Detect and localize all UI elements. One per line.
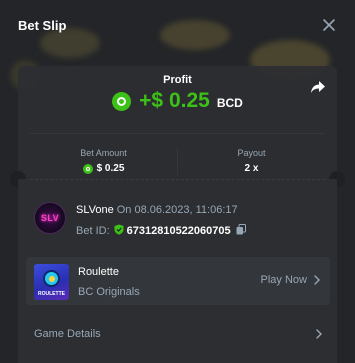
bet-ticket: Profit +$ 0.25 BCD Bet Amount $ 0.25 Pay… [10,50,345,363]
ticket-details: SLV SLVone On 08.06.2023, 11:06:17 Bet ID… [18,179,337,363]
payout-stat: Payout 2 x [177,148,325,175]
roulette-thumbnail[interactable]: ROULETTE [34,264,69,300]
username[interactable]: SLVone [76,204,114,216]
user-line: SLVone On 08.06.2023, 11:06:17 [76,204,238,216]
roulette-wheel-icon [43,270,60,287]
verified-shield-icon [114,224,127,238]
ticket-divider [30,179,325,180]
bet-date: On 08.06.2023, 11:06:17 [116,204,238,216]
game-card[interactable]: ROULETTE Roulette BC Originals Play Now [26,257,330,305]
bcd-coin-icon [112,91,132,111]
bet-stats: Bet Amount $ 0.25 Payout 2 x [30,133,325,175]
game-name: Roulette [78,266,119,278]
game-provider: BC Originals [78,286,140,298]
chevron-right-icon [314,275,320,285]
game-details-label: Game Details [34,328,101,340]
bet-amount-label: Bet Amount [80,148,127,158]
bet-amount-value: $ 0.25 [96,163,125,174]
play-now-button[interactable]: Play Now [261,274,320,286]
profit-section: Profit +$ 0.25 BCD [18,66,337,120]
profit-value: +$ 0.25 [139,89,210,112]
copy-icon[interactable] [231,224,246,238]
payout-value: 2 x [244,163,259,174]
thumbnail-title: ROULETTE [38,291,65,297]
play-now-label: Play Now [260,274,307,286]
profit-row: +$ 0.25 BCD [18,89,337,113]
bcd-coin-icon [82,163,93,174]
profit-label: Profit [163,74,192,86]
game-details-row[interactable]: Game Details [26,319,330,349]
bet-amount-row: $ 0.25 [30,163,177,174]
avatar[interactable]: SLV [34,202,66,234]
modal-header: Bet Slip [0,0,355,50]
chevron-right-icon [316,329,322,339]
bet-id-label: Bet ID: [76,225,110,237]
bet-slip-modal: Bet Slip Profit +$ 0.25 BCD Bet Amount $… [0,0,355,363]
share-icon[interactable] [309,78,327,96]
modal-title: Bet Slip [18,17,67,33]
close-icon[interactable] [321,17,337,33]
bet-id-value: 67312810522060705 [126,225,231,237]
payout-label: Payout [237,148,266,158]
bet-id-line: Bet ID: 67312810522060705 [76,224,246,238]
profit-currency: BCD [216,96,243,110]
bet-amount-stat: Bet Amount $ 0.25 [30,134,177,175]
user-row: SLV SLVone On 08.06.2023, 11:06:17 Bet ID… [34,202,324,242]
